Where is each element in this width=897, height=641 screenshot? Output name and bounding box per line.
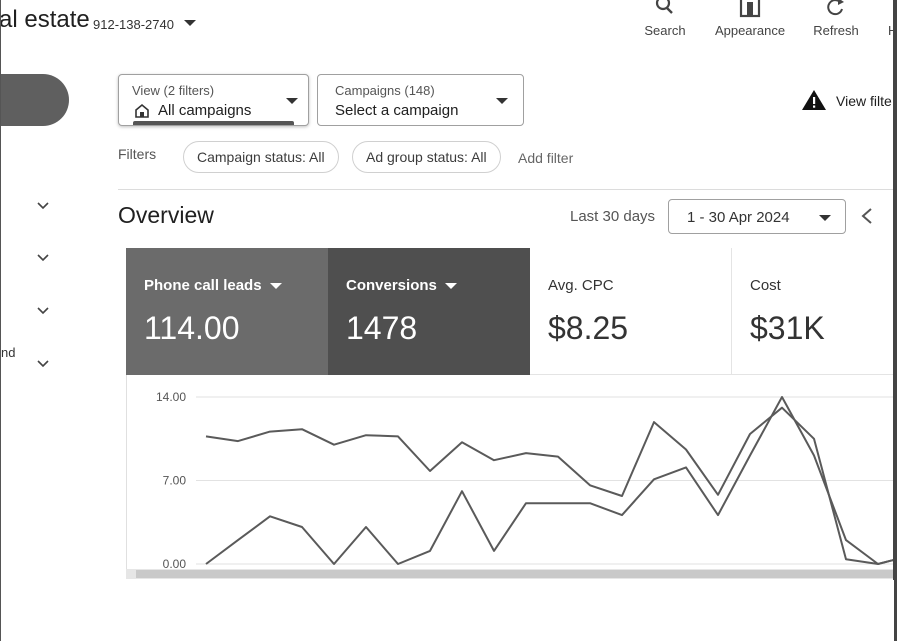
account-title: al estate [0, 6, 90, 33]
scorecard-phone-call-leads[interactable]: Phone call leads 114.00 [126, 248, 328, 375]
chevron-down-icon[interactable] [37, 358, 49, 370]
account-dropdown-icon[interactable] [184, 20, 196, 26]
view-selector-underline [133, 121, 294, 125]
filter-chip-ad-group-status[interactable]: Ad group status: All [352, 141, 501, 173]
search-tool-label: Search [644, 23, 686, 38]
series-line-1 [205, 406, 894, 565]
chevron-down-icon[interactable] [37, 200, 49, 212]
sidebar-item-label[interactable]: nd [1, 345, 15, 360]
view-selector[interactable]: View (2 filters) All campaigns [118, 74, 309, 126]
view-selector-caption: View (2 filters) [132, 83, 215, 98]
scorecard-title-text: Phone call leads [144, 277, 262, 294]
refresh-icon [827, 0, 844, 16]
horizontal-scrollbar[interactable] [126, 569, 894, 579]
appearance-tool[interactable]: Appearance [711, 0, 789, 38]
chevron-down-icon[interactable] [37, 305, 49, 317]
performance-chart: 14.007.000.00 [156, 390, 894, 571]
account-id[interactable]: 912-138-2740 [93, 17, 174, 32]
scorecard-title: Cost [750, 277, 781, 294]
scorecard-value: 114.00 [144, 310, 240, 346]
refresh-tool-label: Refresh [813, 23, 859, 38]
refresh-tool[interactable]: Refresh [809, 0, 863, 38]
view-dropdown-icon [286, 98, 298, 104]
date-range-label: Last 30 days [570, 208, 656, 225]
scorecard-avg-cpc[interactable]: Avg. CPC $8.25 [530, 248, 732, 375]
y-tick-label: 7.00 [163, 474, 187, 488]
view-filters-link[interactable]: View filte [836, 93, 892, 109]
scorecard-title: Phone call leads [144, 277, 282, 294]
date-range-value: 1 - 30 Apr 2024 [687, 209, 790, 226]
scorecard-value: $8.25 [548, 310, 629, 346]
filters-label: Filters [118, 146, 157, 162]
scorecard-cost[interactable]: Cost $31K [732, 248, 894, 375]
home-icon [135, 103, 149, 118]
empty-area [0, 580, 894, 641]
campaign-dropdown-icon [496, 98, 508, 104]
divider [118, 189, 894, 190]
appearance-tool-label: Appearance [714, 23, 786, 38]
caret-down-icon[interactable] [444, 283, 457, 290]
chevron-down-icon[interactable] [37, 252, 49, 264]
caret-down-icon[interactable] [269, 283, 282, 290]
add-filter-button[interactable]: Add filter [518, 150, 573, 166]
date-range-picker[interactable]: 1 - 30 Apr 2024 [668, 199, 846, 234]
search-icon [655, 0, 673, 14]
page-title: Overview [118, 202, 214, 228]
scorecard-value: $31K [750, 310, 825, 346]
y-tick-label: 14.00 [156, 390, 186, 404]
ads-window: al estate 912-138-2740 Search Appearance… [0, 0, 894, 580]
appearance-icon [739, 0, 761, 18]
campaign-selector-caption: Campaigns (148) [335, 83, 435, 98]
create-button[interactable] [1, 74, 69, 126]
filter-chip-campaign-status[interactable]: Campaign status: All [183, 141, 339, 173]
campaign-selector[interactable]: Campaigns (148) Select a campaign [317, 74, 524, 126]
chevron-left-icon[interactable] [859, 206, 875, 226]
scorecard-value: 1478 [346, 310, 418, 346]
scorecard-title: Avg. CPC [548, 277, 614, 294]
search-tool[interactable]: Search [641, 0, 689, 38]
scorecard-title-text: Conversions [346, 277, 437, 294]
window-edge [893, 0, 897, 641]
scorecard-title: Conversions [346, 277, 457, 294]
warning-icon [802, 90, 826, 110]
campaign-selector-value: Select a campaign [335, 102, 459, 119]
view-selector-value: All campaigns [158, 102, 252, 119]
date-dropdown-icon [819, 215, 831, 221]
scorecard-conversions[interactable]: Conversions 1478 [328, 248, 530, 375]
scrollbar-thumb[interactable] [136, 570, 894, 578]
scorecards: Phone call leads 114.00 Conversions 1478… [126, 248, 894, 375]
